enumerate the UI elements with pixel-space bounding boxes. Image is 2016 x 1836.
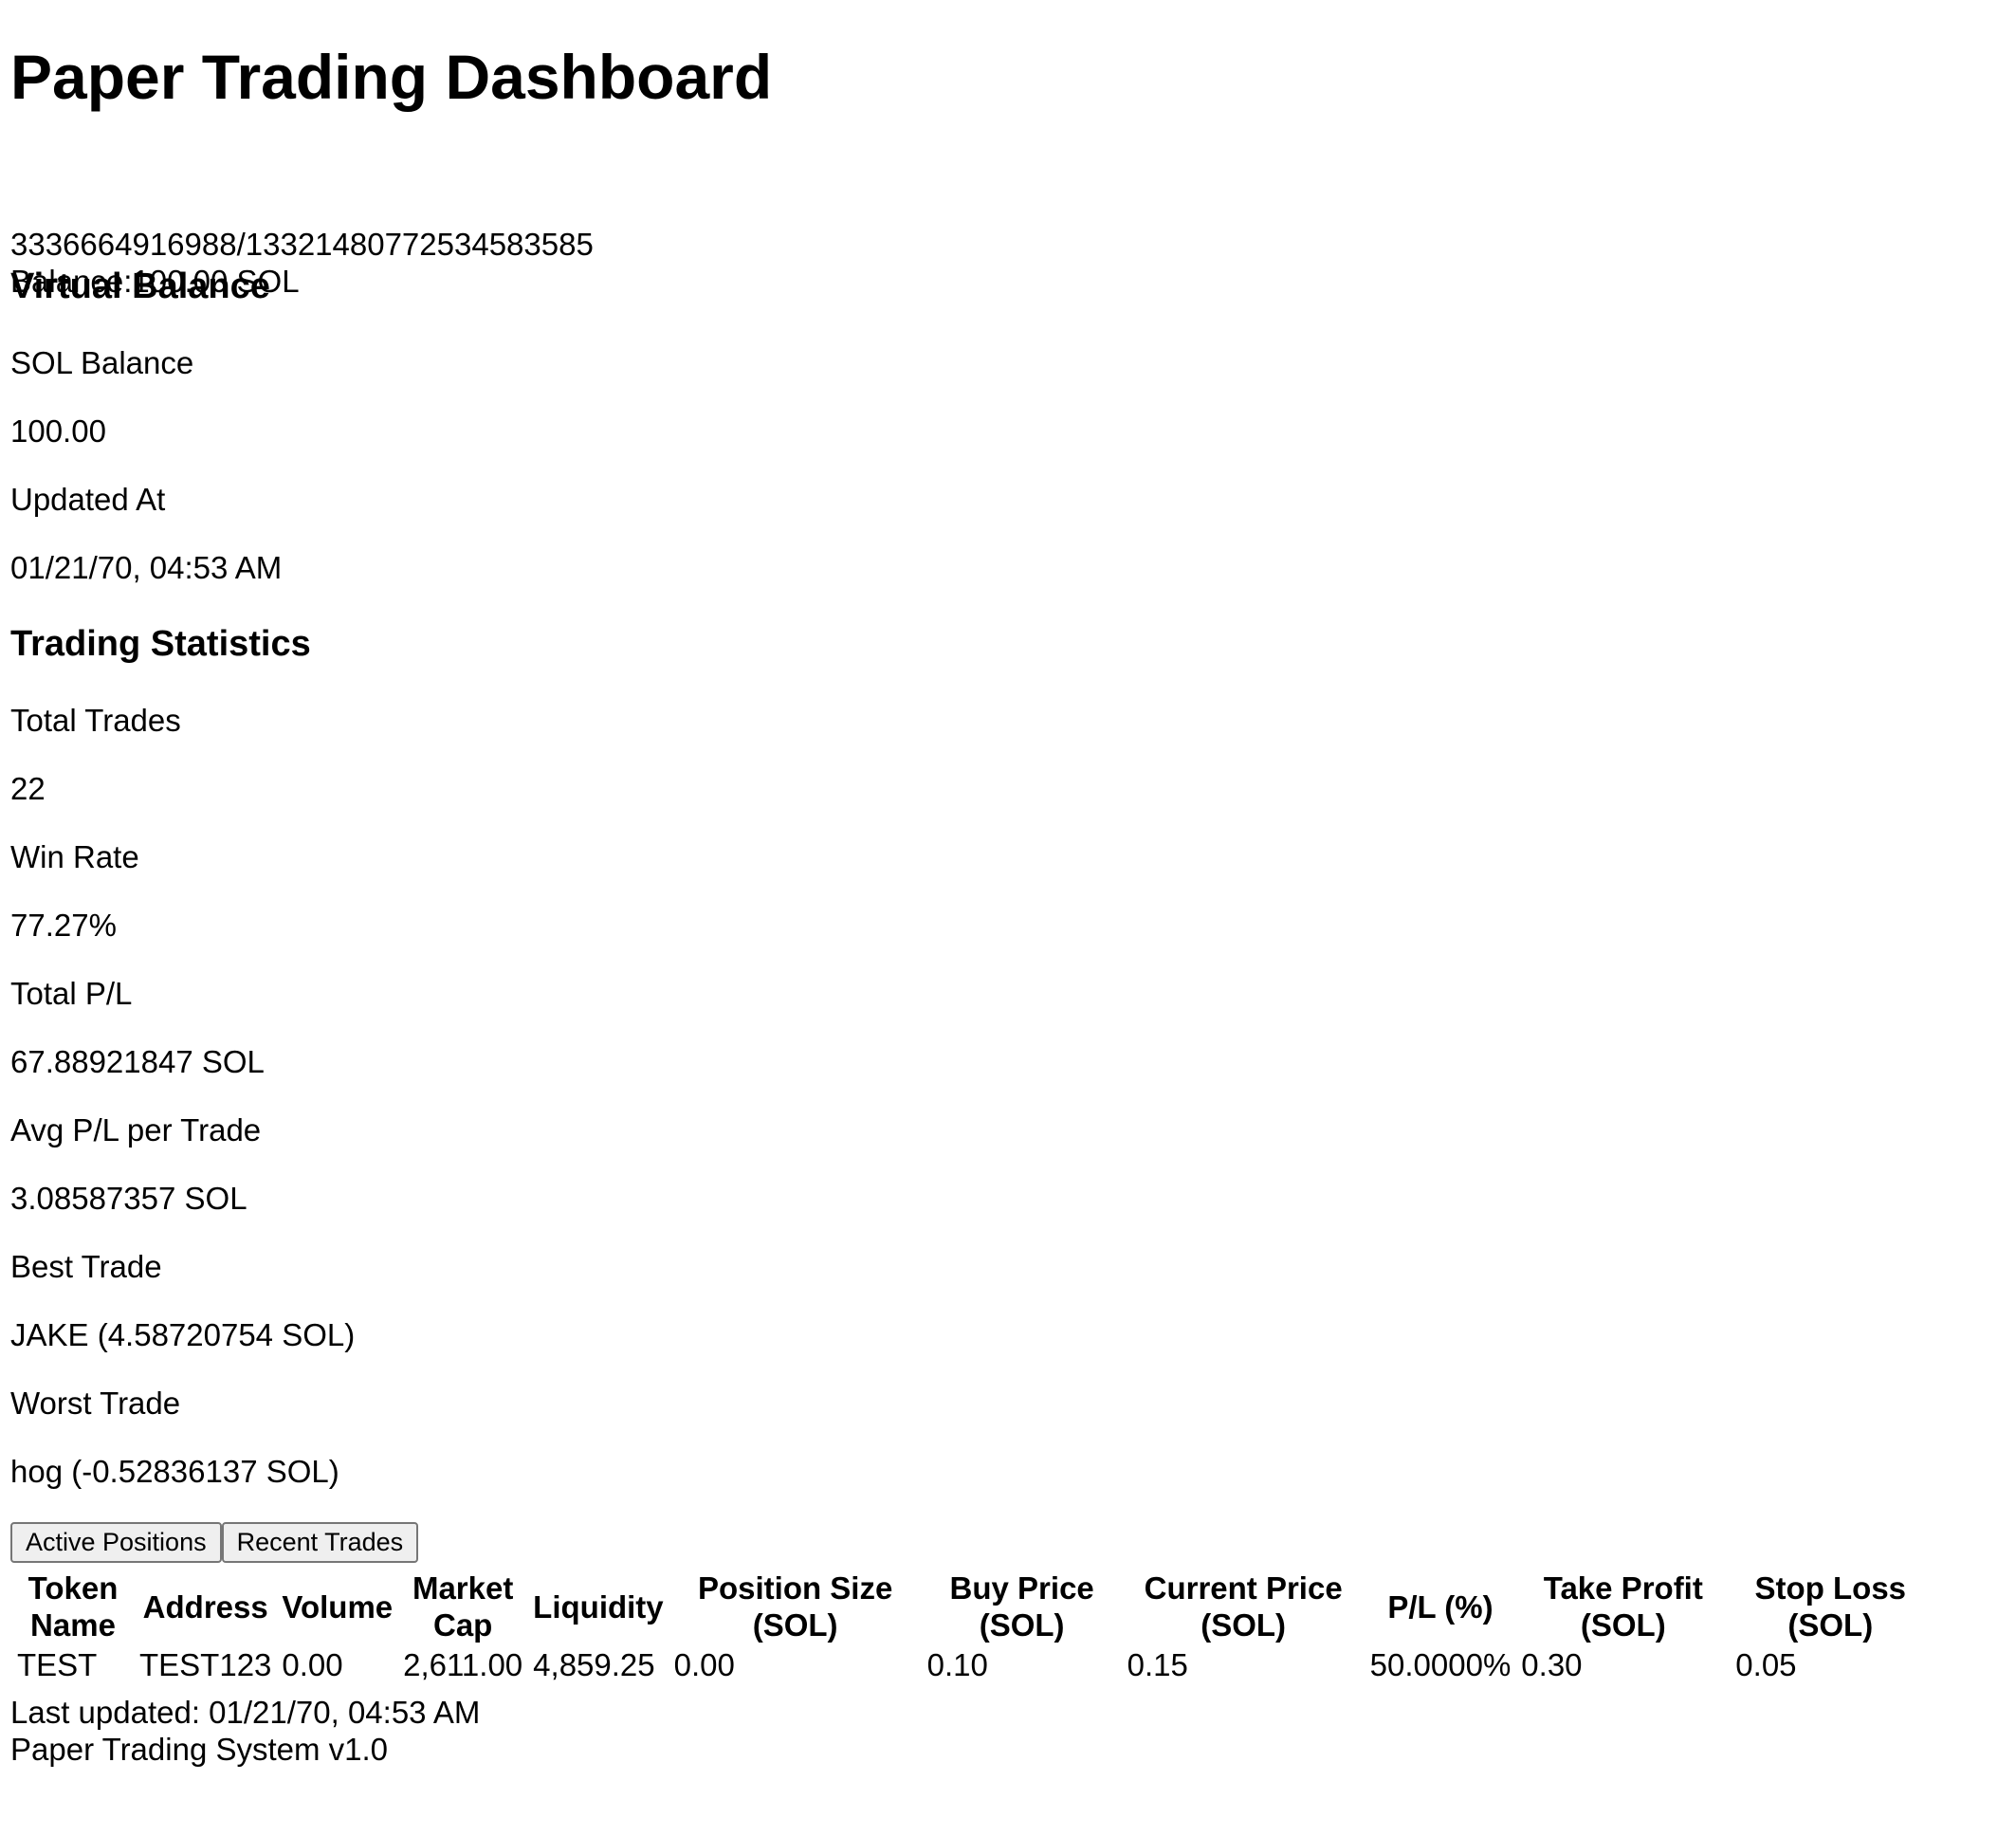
cell-market-cap: 2,611.00 (403, 1647, 523, 1682)
cell-buy-price: 0.10 (926, 1647, 988, 1682)
cell-take-profit: 0.30 (1521, 1647, 1583, 1682)
account-id: 3336664916988/1332148077253458358​5 (10, 227, 594, 262)
win-rate-value: 77.27% (10, 908, 117, 943)
avg-pl-value: 3.08587357 SOL (10, 1181, 247, 1216)
cell-address: TEST123 (139, 1647, 272, 1682)
tab-recent-trades[interactable]: Recent Trades (221, 1522, 419, 1563)
trading-statistics-title: Trading Statistics (10, 624, 311, 664)
total-trades-label: Total Trades (10, 703, 181, 738)
table-row: TEST TEST123 0.00 2,611.00 4,859.25 0.00… (13, 1646, 1929, 1683)
cell-liquidity: 4,859.25 (533, 1647, 655, 1682)
avg-pl-label: Avg P/L per Trade (10, 1112, 262, 1148)
updated-at-value: 01/21/70, 04:53 AM (10, 550, 283, 585)
win-rate-label: Win Rate (10, 839, 139, 874)
table-header-row: Token Name Address Volume Market Cap Liq… (13, 1570, 1929, 1643)
updated-at-label: Updated At (10, 482, 166, 517)
col-market-cap: Market Cap (412, 1570, 514, 1643)
active-positions-table: Token Name Address Volume Market Cap Liq… (10, 1567, 1932, 1686)
worst-trade-label: Worst Trade (10, 1386, 181, 1421)
col-token-name: Token Name (27, 1570, 119, 1643)
col-volume: Volume (282, 1588, 394, 1625)
page-title: Paper Trading Dashboard (10, 42, 773, 112)
col-position-size: Position Size (SOL) (697, 1570, 893, 1643)
best-trade-label: Best Trade (10, 1249, 162, 1284)
dashboard: Paper Trading Dashboard 3336664916988/13… (10, 0, 2002, 1767)
col-buy-price: Buy Price (SOL) (949, 1570, 1094, 1643)
view-tabs: Active Positions Recent Trades (10, 1522, 419, 1563)
tab-active-positions[interactable]: Active Positions (10, 1522, 222, 1563)
total-pl-value: 67.88921847 SOL (10, 1044, 265, 1079)
total-pl-label: Total P/L (10, 976, 133, 1011)
version-text: Paper Trading System v1.0 (10, 1732, 389, 1767)
col-take-profit: Take Profit (SOL) (1543, 1570, 1703, 1643)
footer: Last updated: 01/21/70, 04:53 AM Paper T… (10, 1694, 480, 1768)
cell-volume: 0.00 (282, 1647, 343, 1682)
cell-token-name: TEST (17, 1647, 98, 1682)
col-current-price: Current Price (SOL) (1144, 1570, 1343, 1643)
worst-trade-value: hog (-0.52836137 SOL) (10, 1454, 339, 1489)
cell-pl-pct: 50.0000% (1369, 1647, 1512, 1682)
total-trades-value: 22 (10, 771, 46, 806)
col-address: Address (142, 1588, 268, 1625)
last-updated: Last updated: 01/21/70, 04:53 AM (10, 1695, 481, 1730)
sol-balance-value: 100.00 (10, 413, 106, 449)
col-stop-loss: Stop Loss (SOL) (1754, 1570, 1907, 1643)
virtual-balance-title: Virtual Balance (10, 266, 270, 306)
col-pl-pct: P/L (%) (1387, 1588, 1494, 1625)
col-liquidity: Liquidity (533, 1588, 664, 1625)
cell-position-size: 0.00 (673, 1647, 735, 1682)
cell-stop-loss: 0.05 (1735, 1647, 1797, 1682)
sol-balance-label: SOL Balance (10, 345, 194, 380)
cell-current-price: 0.15 (1127, 1647, 1188, 1682)
best-trade-value: JAKE (4.58720754 SOL) (10, 1317, 356, 1352)
